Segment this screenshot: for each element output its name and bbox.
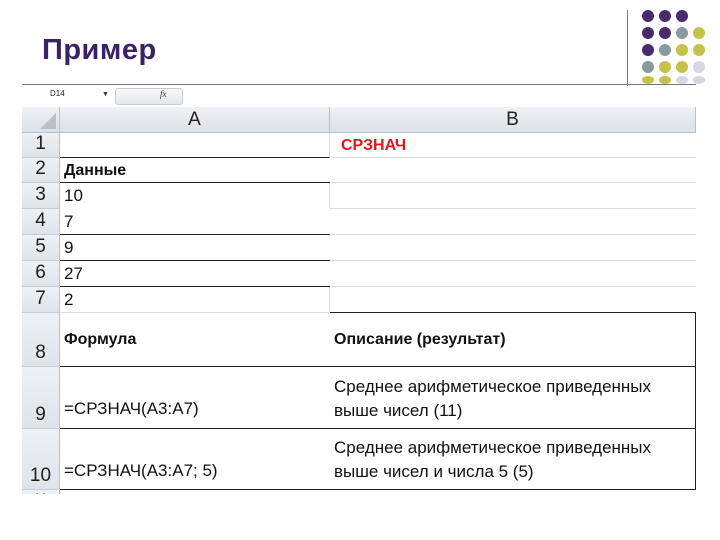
cell-b2[interactable] [330, 158, 696, 183]
cell-a4[interactable]: 7 [60, 209, 330, 235]
cell-a8[interactable]: Формула [60, 313, 330, 367]
table-row: 7 2 [22, 287, 696, 313]
row-header[interactable]: 7 [22, 287, 60, 313]
select-all-icon [40, 113, 56, 129]
cell-a7[interactable]: 2 [60, 287, 330, 313]
table-row: 5 9 [22, 235, 696, 261]
formula-buttons [115, 88, 183, 105]
formula-input[interactable] [192, 88, 692, 104]
decorative-dot-grid [640, 10, 720, 86]
table-row: 1 СРЗНАЧ [22, 133, 696, 158]
cell-a10[interactable]: =СРЗНАЧ(A3:A7; 5) [60, 429, 330, 490]
cell-a9[interactable]: =СРЗНАЧ(A3:A7) [60, 367, 330, 429]
cell-b4[interactable] [330, 209, 696, 235]
decor-dot [676, 10, 688, 22]
name-box[interactable]: D14 [50, 89, 65, 98]
decor-dot [659, 27, 671, 39]
cell-b9[interactable]: Среднее арифметическое приведенных выше … [330, 367, 696, 429]
decor-dot [642, 27, 654, 39]
cell-b10-line1: Среднее арифметическое приведенных [334, 438, 652, 457]
slide-title: Пример [42, 34, 157, 66]
decor-dot [676, 76, 688, 84]
decor-dot [642, 76, 654, 84]
cell-a5[interactable]: 9 [60, 235, 330, 261]
cell-b10[interactable]: Среднее арифметическое приведенных выше … [330, 429, 696, 490]
row-header[interactable]: 10 [22, 429, 60, 490]
table-row: 2 Данные [22, 158, 696, 183]
cell-b3[interactable] [330, 183, 696, 209]
decor-dot [676, 61, 688, 73]
cell-a1[interactable] [60, 133, 330, 158]
decor-dot [642, 44, 654, 56]
select-all-corner[interactable] [22, 107, 60, 133]
cell-b6[interactable] [330, 261, 696, 287]
column-header-b[interactable]: B [330, 107, 696, 133]
cell-b10-line2: выше чисел и числа 5 (5) [334, 462, 534, 481]
cell-a2[interactable]: Данные [60, 158, 330, 183]
row-header[interactable]: 11 [22, 490, 60, 494]
decor-dot [659, 44, 671, 56]
cell-b9-line2: выше чисел (11) [334, 401, 463, 420]
decor-dot [659, 76, 671, 84]
row-header[interactable]: 2 [22, 158, 60, 183]
fx-icon[interactable]: fx [160, 89, 167, 99]
decor-dot [693, 44, 705, 56]
chevron-down-icon[interactable]: ▼ [102, 91, 109, 98]
row-header[interactable]: 6 [22, 261, 60, 287]
formula-bar: D14 ▼ fx [22, 86, 696, 108]
row-header[interactable]: 8 [22, 313, 60, 367]
decor-dot [693, 27, 705, 39]
spreadsheet: D14 ▼ fx A B 1 СРЗНАЧ 2 Данные 3 10 4 7 … [22, 86, 696, 494]
cell-b1[interactable]: СРЗНАЧ [330, 133, 696, 158]
decorative-horizontal-line [22, 84, 696, 85]
row-header[interactable]: 4 [22, 209, 60, 235]
cell-b9-line1: Среднее арифметическое приведенных [334, 377, 652, 396]
table-row: 4 7 [22, 209, 696, 235]
table-row: 3 10 [22, 183, 696, 209]
decor-dot [676, 27, 688, 39]
cell-a6[interactable]: 27 [60, 261, 330, 287]
decor-dot [642, 61, 654, 73]
table-row: 6 27 [22, 261, 696, 287]
cell-b7[interactable] [330, 287, 696, 313]
cell-a3[interactable]: 10 [60, 183, 330, 209]
cell-b8[interactable]: Описание (результат) [330, 313, 696, 367]
table-row: 9 =СРЗНАЧ(A3:A7) Среднее арифметическое … [22, 367, 696, 429]
row-header[interactable]: 9 [22, 367, 60, 429]
row-header[interactable]: 5 [22, 235, 60, 261]
decor-dot [693, 76, 705, 84]
table-row: 11 [22, 490, 696, 494]
table-row: 10 =СРЗНАЧ(A3:A7; 5) Среднее арифметичес… [22, 429, 696, 490]
decor-dot [659, 10, 671, 22]
row-header[interactable]: 1 [22, 133, 60, 158]
column-header-a[interactable]: A [60, 107, 330, 133]
decor-dot [676, 44, 688, 56]
decor-dot [642, 10, 654, 22]
cell-b5[interactable] [330, 235, 696, 261]
decor-dot [693, 61, 705, 73]
decorative-vertical-line [627, 10, 628, 86]
table-row: 8 Формула Описание (результат) [22, 313, 696, 367]
decor-dot [659, 61, 671, 73]
row-header[interactable]: 3 [22, 183, 60, 209]
